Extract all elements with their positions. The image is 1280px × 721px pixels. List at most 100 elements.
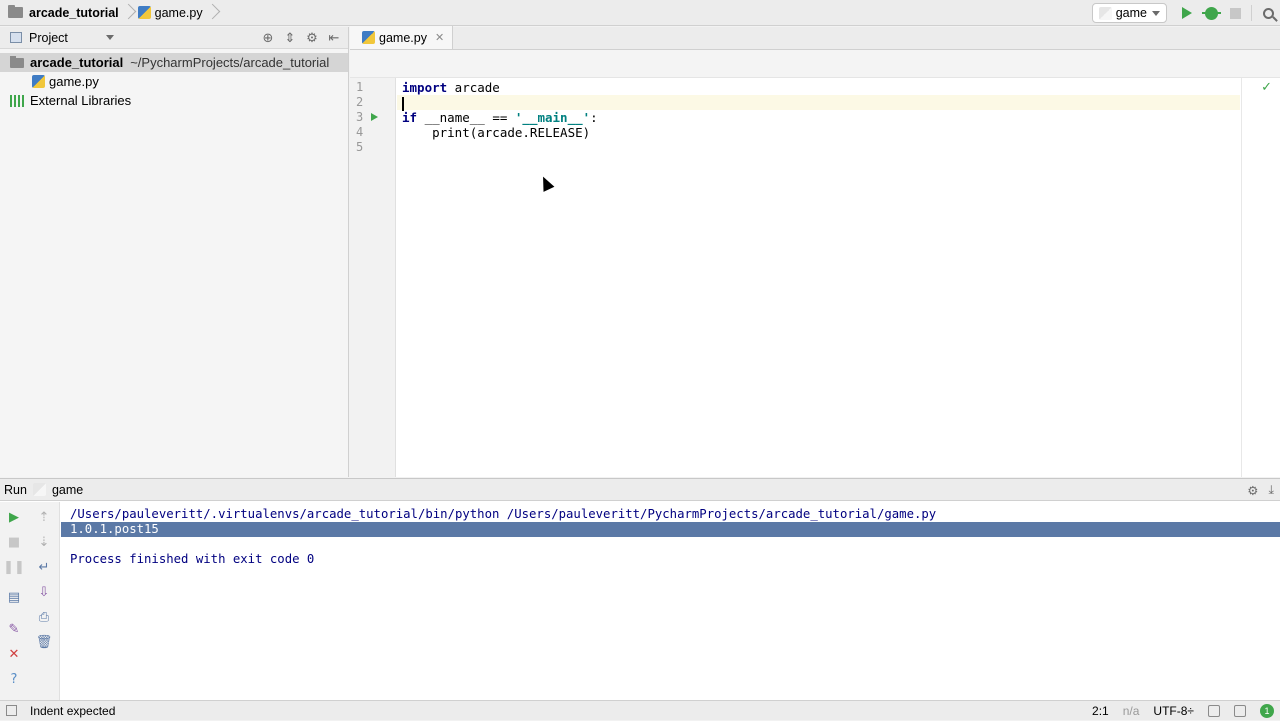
gear-icon[interactable]: ⚙ [1247, 483, 1258, 498]
down-stack-icon[interactable]: ⇣ [35, 533, 53, 551]
bug-icon [1201, 6, 1221, 20]
navigation-bar: arcade_tutorial game.py game [0, 0, 1280, 26]
tab-label: game.py [379, 30, 427, 45]
line-number: 1 [356, 80, 364, 94]
print-icon[interactable]: ⎙ [35, 608, 53, 626]
inspection-ok-icon[interactable]: ✓ [1261, 80, 1272, 95]
breadcrumb-project[interactable]: arcade_tutorial [0, 0, 119, 26]
run-toolbar: ▶ ■ ❚❚ ▤ ✎ ✕ ? ⇡ ⇣ ↵ ⇩ ⎙ 🗑 [0, 502, 60, 701]
folder-icon [8, 5, 23, 18]
project-panel-header: Project ⊕ ⇕ ⚙ ⇤ [0, 27, 348, 49]
console-line: /Users/pauleveritt/.virtualenvs/arcade_t… [70, 507, 937, 521]
code-editor[interactable]: import arcade if __name__ == '__main__':… [397, 78, 1240, 477]
keyword: import [402, 80, 448, 95]
editor-gutter: 1 2 3 4 5 [350, 78, 396, 477]
editor-breadcrumb-strip [350, 50, 1280, 78]
debug-button[interactable] [1199, 1, 1223, 25]
toolbar-divider [1251, 5, 1252, 21]
right-margin-guide [1241, 78, 1242, 477]
tree-item-label: External Libraries [30, 93, 132, 108]
code-text: __name__ == [417, 110, 515, 125]
run-panel-header: Run game ⚙ ⤓ [0, 479, 1280, 501]
python-icon [32, 483, 46, 496]
folder-icon [10, 55, 24, 68]
tree-item-game-py[interactable]: game.py [0, 72, 348, 91]
code-line: import arcade [397, 80, 1240, 95]
code-text: print(arcade.RELEASE) [402, 125, 591, 140]
stop-button[interactable] [1223, 1, 1247, 25]
line-number: 2 [356, 95, 364, 109]
close-icon[interactable]: ✕ [435, 31, 444, 44]
chevron-down-icon [1152, 10, 1160, 16]
scroll-to-end-icon[interactable]: ⇩ [35, 583, 53, 601]
search-everywhere-button[interactable] [1256, 1, 1280, 25]
python-file-icon [32, 75, 45, 88]
close-icon[interactable]: ✕ [5, 645, 23, 663]
project-view-selector[interactable]: Project [29, 31, 68, 45]
text-caret [402, 96, 404, 111]
code-line: if __name__ == '__main__': [397, 110, 1240, 125]
run-tool-window: Run game ⚙ ⤓ ▶ ■ ❚❚ ▤ ✎ ✕ ? ⇡ ⇣ ↵ ⇩ ⎙ 🗑 … [0, 478, 1280, 701]
rerun-icon[interactable]: ▶ [5, 508, 23, 526]
breadcrumb-project-label: arcade_tutorial [29, 5, 119, 20]
breadcrumb-file-label: game.py [154, 5, 203, 20]
layout-icon[interactable]: ▤ [5, 588, 23, 606]
lock-icon[interactable] [1208, 705, 1220, 717]
tree-item-label: game.py [49, 74, 99, 89]
project-view-icon [10, 32, 22, 43]
project-tool-window: Project ⊕ ⇕ ⚙ ⇤ arcade_tutorial ~/Pychar… [0, 27, 349, 477]
pin-icon[interactable]: ✎ [5, 620, 23, 638]
chevron-down-icon[interactable] [105, 35, 114, 40]
breadcrumb-file[interactable]: game.py [134, 0, 203, 26]
collapse-all-icon[interactable]: ⇕ [282, 30, 298, 46]
pause-icon[interactable]: ❚❚ [3, 558, 25, 576]
line-separator[interactable]: n/a [1123, 704, 1140, 718]
file-encoding[interactable]: UTF-8÷ [1153, 704, 1194, 718]
python-icon [1098, 6, 1112, 20]
status-message: Indent expected [30, 703, 116, 718]
tab-game-py[interactable]: game.py ✕ [350, 26, 454, 49]
project-root-name: arcade_tutorial [30, 55, 124, 70]
help-icon[interactable]: ? [5, 670, 23, 688]
run-configuration-selector[interactable]: game [1091, 3, 1167, 23]
code-text: arcade [447, 80, 500, 95]
code-text: : [590, 110, 598, 125]
code-line: print(arcade.RELEASE) [397, 125, 1240, 140]
python-file-icon [362, 31, 375, 44]
line-number: 5 [356, 140, 364, 154]
string-literal: '__main__' [514, 110, 591, 125]
editor-tabs: game.py ✕ [350, 26, 1280, 50]
run-gutter-icon[interactable] [371, 113, 378, 121]
stop-icon [1229, 7, 1241, 19]
inspector-icon[interactable] [1234, 705, 1246, 717]
soft-wrap-icon[interactable]: ↵ [35, 558, 53, 576]
console-output[interactable]: /Users/pauleveritt/.virtualenvs/arcade_t… [61, 502, 1280, 701]
breadcrumb-separator [123, 0, 131, 26]
locate-icon[interactable]: ⊕ [260, 30, 276, 46]
line-number: 4 [356, 125, 364, 139]
tree-item-project-root[interactable]: arcade_tutorial ~/PycharmProjects/arcade… [0, 53, 348, 72]
up-stack-icon[interactable]: ⇡ [35, 508, 53, 526]
libraries-icon [10, 94, 24, 107]
play-icon [1182, 7, 1192, 19]
python-file-icon [137, 6, 151, 19]
trash-icon[interactable]: 🗑 [35, 633, 53, 651]
gear-icon[interactable]: ⚙ [304, 30, 320, 46]
line-number: 3 [356, 110, 364, 124]
breadcrumb-separator [207, 0, 215, 26]
stop-icon[interactable]: ■ [5, 533, 23, 551]
current-code-line [397, 95, 1240, 111]
run-tab-label[interactable]: game [52, 483, 83, 497]
tree-item-external-libraries[interactable]: External Libraries [0, 91, 348, 110]
caret-position[interactable]: 2:1 [1092, 704, 1109, 718]
hide-panel-icon[interactable]: ⇤ [326, 30, 342, 46]
search-icon [1262, 7, 1274, 19]
console-line: Process finished with exit code 0 [70, 552, 315, 566]
run-button[interactable] [1175, 1, 1199, 25]
hide-panel-icon[interactable]: ⤓ [1268, 482, 1274, 498]
event-log-badge[interactable]: 1 [1260, 704, 1274, 718]
console-line-selected: 1.0.1.post15 [61, 522, 1280, 537]
mouse-pointer-icon [537, 174, 555, 192]
tool-windows-icon[interactable] [6, 705, 17, 716]
